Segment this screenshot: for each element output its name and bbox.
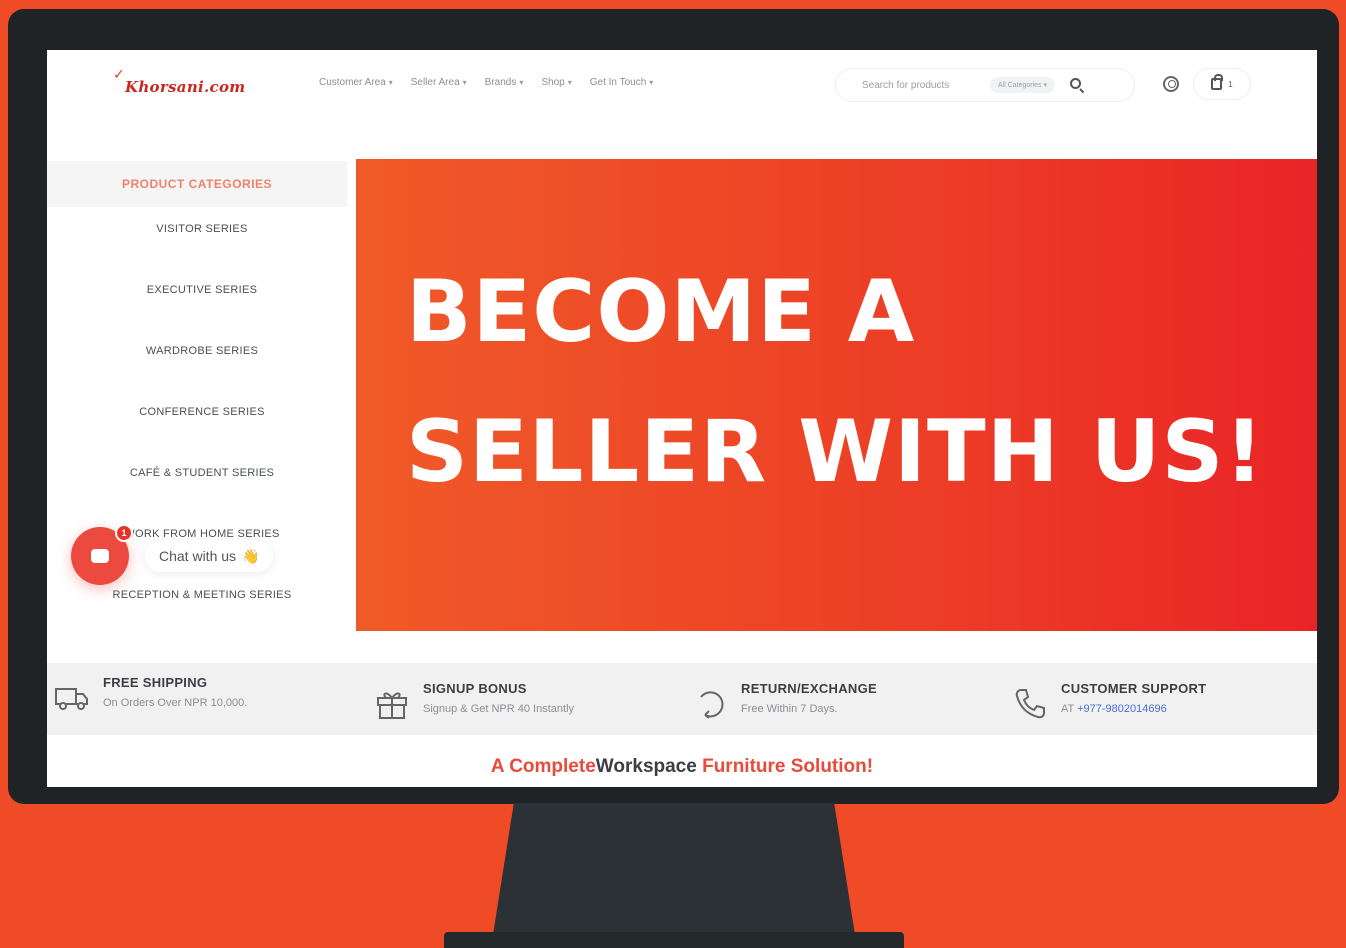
feature-subtitle: Free Within 7 Days.: [741, 703, 838, 715]
search-input[interactable]: [862, 79, 984, 91]
category-item-conference[interactable]: CONFERENCE SERIES: [47, 406, 357, 418]
category-item-executive[interactable]: EXECUTIVE SERIES: [47, 284, 357, 296]
chat-label-text: Chat with us: [159, 548, 237, 564]
feature-subtitle: Signup & Get NPR 40 Instantly: [423, 703, 575, 715]
feature-subtitle: AT +977-9802014696: [1061, 703, 1167, 715]
account-icon[interactable]: [1163, 76, 1179, 92]
feature-title: CUSTOMER SUPPORT: [1061, 681, 1207, 696]
shopping-bag-icon: [1211, 74, 1224, 90]
monitor-stand-base: [444, 932, 904, 948]
tagline: A CompleteWorkspace Furniture Solution!: [47, 756, 1317, 778]
support-prefix: AT: [1061, 703, 1075, 715]
nav-label: Customer Area: [319, 77, 386, 88]
category-select-value: All Categories: [998, 82, 1042, 89]
banner-headline-line1: BECOME A: [406, 262, 916, 362]
feature-title: RETURN/EXCHANGE: [741, 681, 877, 696]
nav-label: Brands: [484, 77, 517, 88]
truck-icon: [55, 681, 89, 715]
chevron-down-icon: ▾: [567, 78, 572, 87]
nav-label: Get In Touch: [589, 77, 647, 88]
logo-text: Khorsani.com: [125, 78, 246, 96]
feature-subtitle: On Orders Over NPR 10,000.: [103, 697, 248, 709]
category-item-reception-meeting[interactable]: RECEPTION & MEETING SERIES: [47, 589, 357, 601]
support-phone-link[interactable]: +977-9802014696: [1077, 703, 1167, 715]
categories-title: PRODUCT CATEGORIES: [47, 161, 347, 207]
website-screen: ✓ Khorsani.com Customer Area ▾ Seller Ar…: [47, 50, 1317, 787]
nav-get-in-touch[interactable]: Get In Touch ▾: [590, 77, 654, 88]
monitor-stand-neck: [492, 803, 856, 941]
feature-title: FREE SHIPPING: [103, 675, 208, 690]
category-select[interactable]: All Categories ▾: [990, 77, 1056, 93]
nav-seller-area[interactable]: Seller Area ▾: [411, 77, 467, 88]
tagline-part1: A Complete: [490, 756, 596, 777]
chevron-down-icon: ▾: [388, 78, 393, 87]
category-item-cafe-student[interactable]: CAFÉ & STUDENT SERIES: [47, 467, 357, 479]
search-bar: All Categories ▾: [835, 68, 1135, 102]
phone-icon: [1013, 687, 1047, 721]
nav-label: Shop: [541, 77, 565, 88]
nav-shop[interactable]: Shop ▾: [541, 77, 571, 88]
chevron-down-icon: ▾: [519, 78, 524, 87]
gift-icon: [375, 687, 409, 721]
feature-title: SIGNUP BONUS: [423, 681, 527, 696]
features-strip: FREE SHIPPING On Orders Over NPR 10,000.…: [47, 663, 1317, 735]
site-header: ✓ Khorsani.com Customer Area ▾ Seller Ar…: [47, 50, 1317, 118]
chat-label[interactable]: Chat with us 👋: [145, 540, 274, 572]
chat-notification-badge: 1: [115, 524, 133, 542]
tagline-part2: Workspace: [595, 756, 697, 777]
cart-button[interactable]: 1: [1193, 68, 1251, 100]
category-item-visitor[interactable]: VISITOR SERIES: [47, 223, 357, 235]
hero-banner[interactable]: BECOME A SELLER WITH US!: [356, 159, 1317, 631]
logo-mark-icon: ✓: [113, 66, 125, 82]
site-logo[interactable]: ✓ Khorsani.com: [113, 66, 253, 104]
wave-icon: 👋: [242, 547, 260, 564]
nav-label: Seller Area: [410, 77, 460, 88]
chat-bubble-icon: [91, 549, 109, 563]
tagline-part3: Furniture Solution!: [696, 756, 874, 777]
banner-headline-line2: SELLER WITH US!: [406, 402, 1265, 502]
chevron-down-icon: ▾: [649, 78, 654, 87]
nav-customer-area[interactable]: Customer Area ▾: [319, 77, 393, 88]
chevron-down-icon: ▾: [462, 78, 467, 87]
cart-count: 1: [1228, 79, 1233, 89]
monitor-frame: ✓ Khorsani.com Customer Area ▾ Seller Ar…: [8, 9, 1339, 804]
return-icon: [693, 687, 727, 721]
search-icon[interactable]: [1069, 77, 1085, 94]
category-item-wardrobe[interactable]: WARDROBE SERIES: [47, 345, 357, 357]
main-nav: Customer Area ▾ Seller Area ▾ Brands ▾ S…: [319, 77, 653, 88]
nav-brands[interactable]: Brands ▾: [485, 77, 524, 88]
